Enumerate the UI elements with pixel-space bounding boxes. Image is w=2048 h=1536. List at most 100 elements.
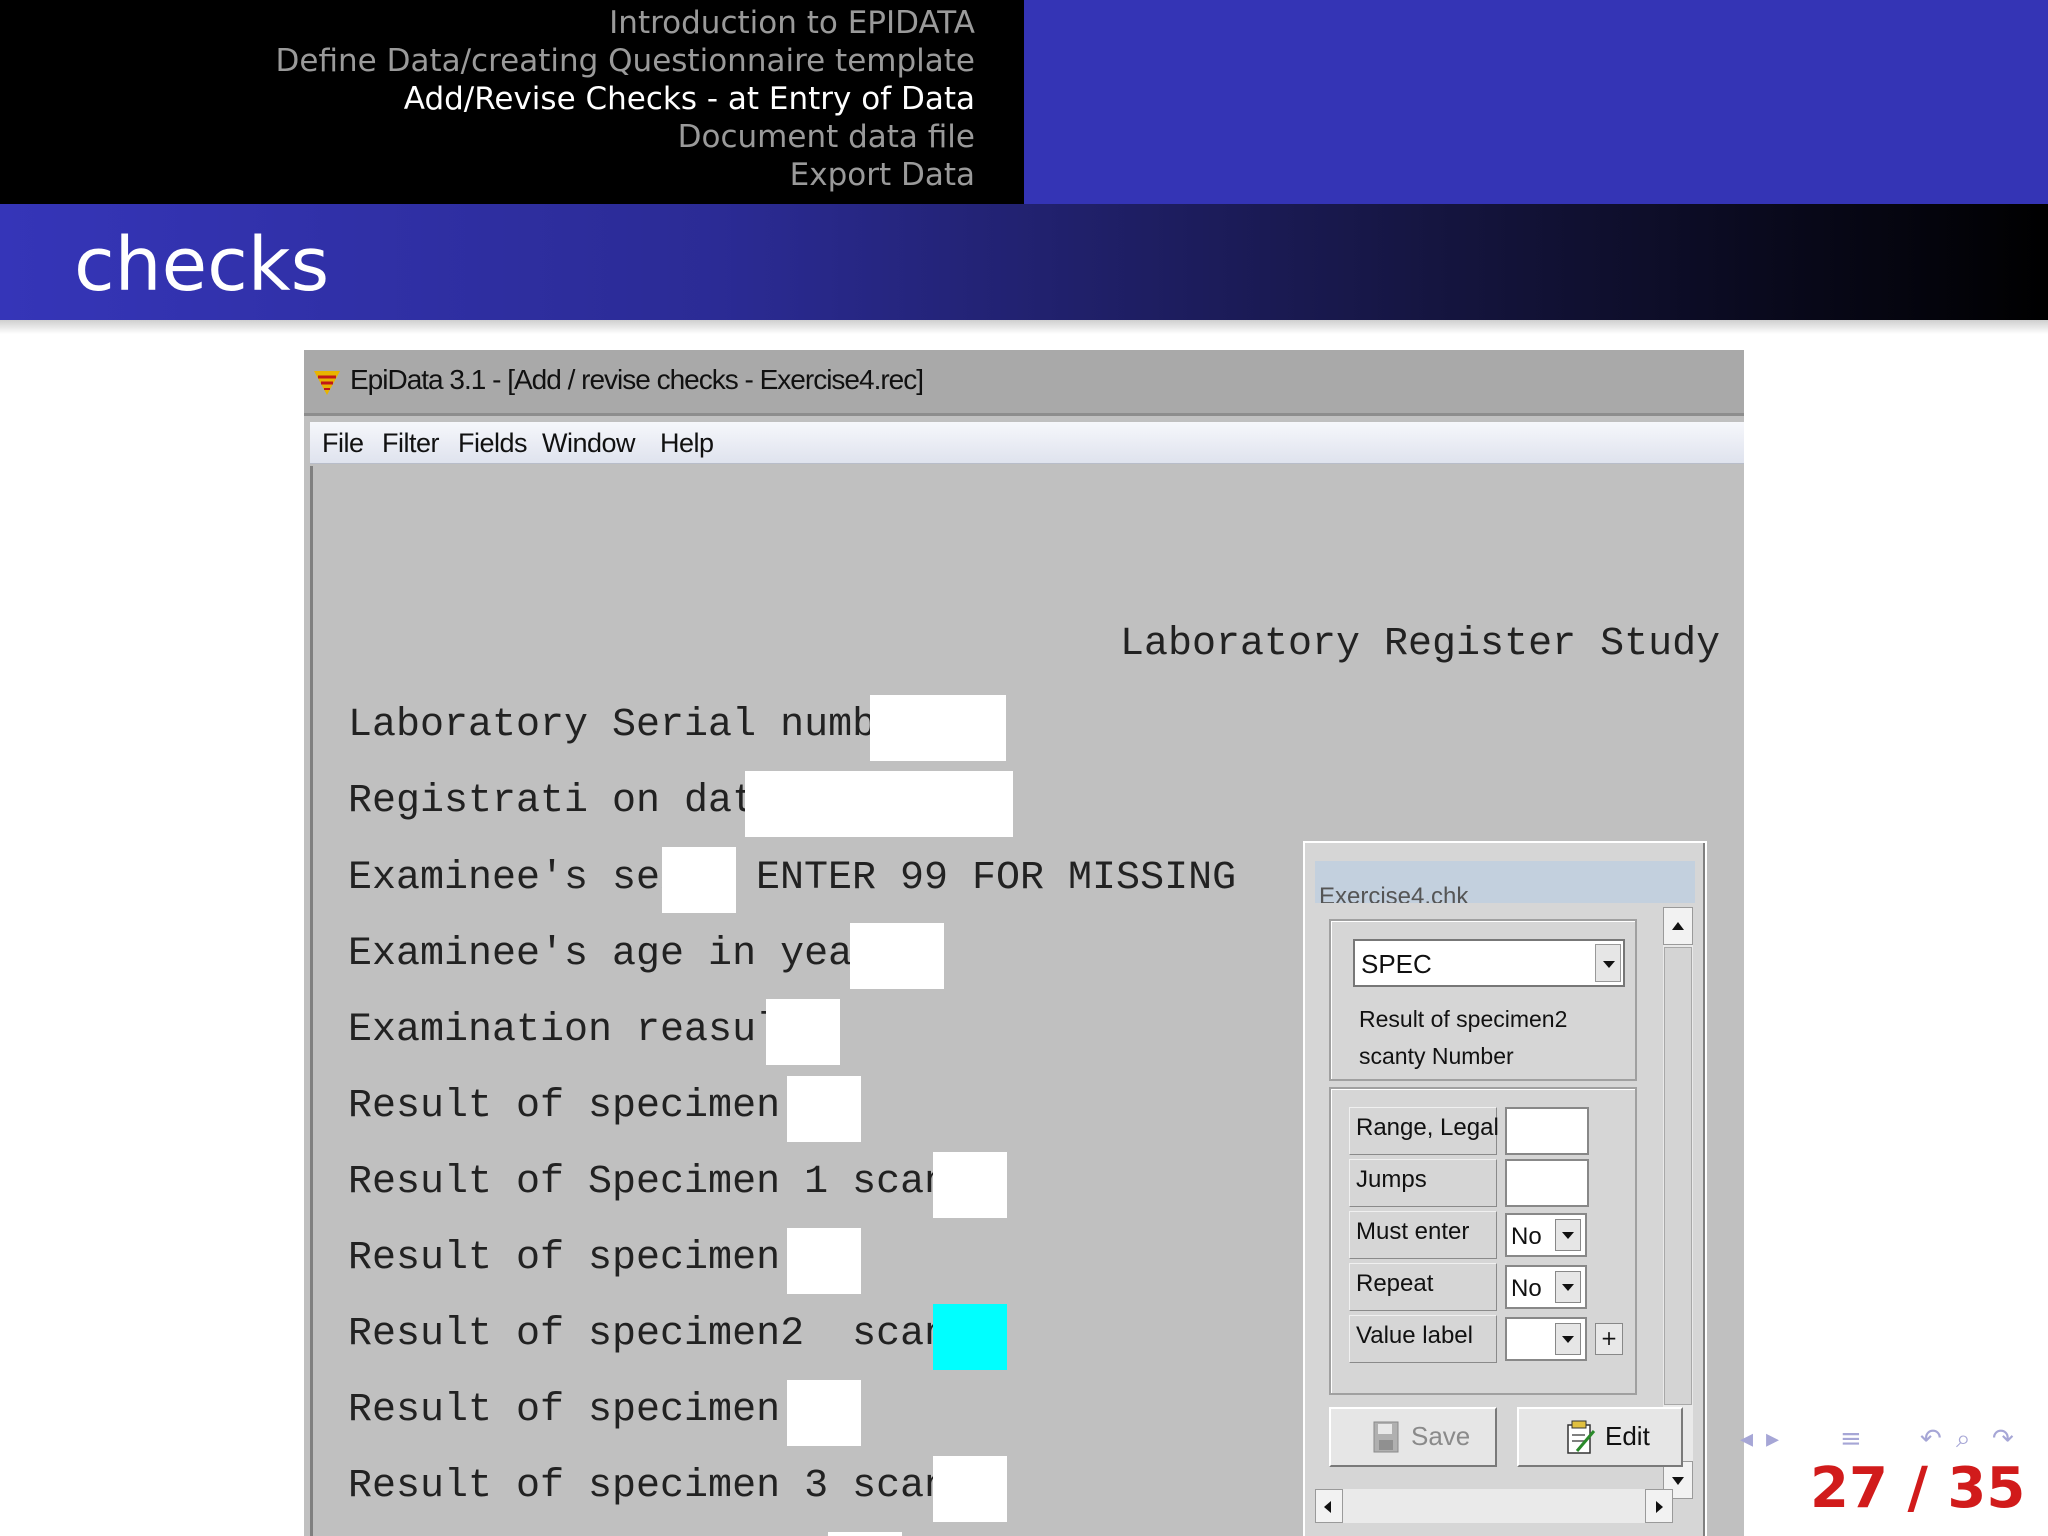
field-input-exam-result[interactable] [766, 999, 840, 1065]
nav-item-document-data-file[interactable]: Document data file [276, 118, 975, 156]
scroll-up-button[interactable] [1663, 907, 1693, 945]
menu-help[interactable]: Help [660, 428, 714, 459]
missing-note: ENTER 99 FOR MISSING [756, 856, 1237, 901]
must-enter-label: Must enter [1349, 1211, 1497, 1259]
nav-item-introduction[interactable]: Introduction to EPIDATA [276, 4, 975, 42]
scroll-thumb[interactable] [1664, 947, 1692, 1405]
field-label-lab-serial: Laboratory Serial number [348, 703, 925, 748]
field-input-specimen-1-scanty[interactable] [933, 1152, 1007, 1218]
nav-forward-icon[interactable]: ↷ [1992, 1424, 2014, 1454]
beamer-navigation-symbols: ◂ ▸ ≡ ↶ ⌕ ↷ [1740, 1424, 2030, 1454]
checks-panel-caption: Exercise4.chk [1315, 861, 1695, 903]
menu-filter[interactable]: Filter [382, 428, 440, 459]
arrow-down-icon [1672, 1477, 1684, 1485]
menu-file[interactable]: File [322, 428, 364, 459]
add-value-label-button[interactable]: + [1595, 1323, 1623, 1355]
jumps-label: Jumps [1349, 1159, 1497, 1207]
field-input-specimen-1[interactable] [787, 1076, 861, 1142]
field-select-group: SPEC Result of specimen2 scanty Number [1329, 919, 1637, 1081]
edit-icon [1567, 1420, 1596, 1454]
field-label-age: Examinee's age in years [348, 932, 901, 977]
field-label-sex: Examinee's sex [348, 856, 685, 901]
field-label-specimen-1-scanty: Result of Specimen 1 scanty [348, 1160, 997, 1205]
page-separator: / [1907, 1456, 1928, 1521]
jumps-input[interactable] [1505, 1159, 1589, 1207]
field-label-registration-date: Registrati on date [348, 779, 781, 824]
value-label-dropdown-button[interactable] [1555, 1323, 1581, 1355]
menu-window[interactable]: Window [542, 428, 636, 459]
frame-title-bar: checks [0, 204, 2048, 320]
save-icon [1373, 1421, 1399, 1453]
field-select-combo[interactable]: SPEC [1353, 939, 1625, 987]
field-input-partial[interactable] [828, 1532, 902, 1536]
must-enter-value: No [1511, 1223, 1542, 1250]
window-titlebar: EpiData 3.1 - [Add / revise checks - Exe… [304, 350, 1744, 416]
nav-item-add-revise-checks[interactable]: Add/Revise Checks - at Entry of Data [276, 80, 975, 118]
field-input-specimen-3-scanty[interactable] [933, 1456, 1007, 1522]
must-enter-select[interactable]: No [1505, 1213, 1587, 1257]
value-label-select[interactable] [1505, 1317, 1587, 1361]
field-label-specimen-3: Result of specimen 3 [348, 1388, 829, 1433]
check-options-group: Range, Legal Jumps Must enter No Repeat … [1329, 1087, 1637, 1395]
arrow-right-icon [1656, 1501, 1663, 1513]
repeat-label: Repeat [1349, 1263, 1497, 1311]
checks-panel: Exercise4.chk SPEC Result of specimen2 s… [1303, 841, 1707, 1536]
repeat-select[interactable]: No [1505, 1265, 1587, 1309]
section-navigation: Introduction to EPIDATA Define Data/crea… [276, 4, 975, 194]
title-shadow [0, 320, 2048, 334]
field-input-age[interactable] [850, 923, 944, 989]
form-title: Laboratory Register Study [1120, 622, 1721, 667]
frame-title: checks [74, 222, 330, 308]
range-legal-input[interactable] [1505, 1107, 1589, 1155]
header-nav-panel: Introduction to EPIDATA Define Data/crea… [0, 0, 1024, 204]
menu-fields[interactable]: Fields [458, 428, 528, 459]
must-enter-dropdown-button[interactable] [1555, 1219, 1581, 1251]
field-description: Result of specimen2 scanty Number [1359, 1006, 1568, 1069]
field-input-sex[interactable] [662, 847, 736, 913]
field-input-specimen-2-scanty[interactable] [933, 1304, 1007, 1370]
page-total: 35 [1947, 1456, 2026, 1521]
epidata-app-icon [314, 371, 340, 395]
scroll-right-button[interactable] [1645, 1489, 1673, 1523]
nav-prev-icon[interactable]: ◂ [1740, 1424, 1753, 1454]
field-input-specimen-3[interactable] [787, 1380, 861, 1446]
range-legal-label: Range, Legal [1349, 1107, 1499, 1155]
nav-item-export-data[interactable]: Export Data [276, 156, 975, 194]
edit-button-label: Edit [1605, 1421, 1650, 1451]
selected-field-name: SPEC [1361, 949, 1432, 979]
nav-next-icon[interactable]: ▸ [1766, 1424, 1779, 1454]
field-input-specimen-2[interactable] [787, 1228, 861, 1294]
field-label-specimen-2: Result of specimen 2 [348, 1236, 829, 1281]
nav-section-icon[interactable]: ≡ [1840, 1424, 1862, 1454]
arrow-up-icon [1672, 922, 1684, 930]
chevron-down-icon [1603, 961, 1615, 968]
chevron-down-icon [1562, 1336, 1574, 1343]
horizontal-scrollbar[interactable] [1315, 1489, 1673, 1523]
edit-button[interactable]: Edit [1517, 1407, 1683, 1467]
page-current: 27 [1810, 1456, 1888, 1521]
chevron-down-icon [1562, 1284, 1574, 1291]
scroll-left-button[interactable] [1315, 1489, 1343, 1523]
arrow-left-icon [1324, 1501, 1331, 1513]
combo-dropdown-button[interactable] [1595, 944, 1621, 982]
field-input-registration-date[interactable] [745, 771, 1013, 837]
field-input-lab-serial[interactable] [870, 695, 1006, 761]
header-blue-panel [1024, 0, 2048, 204]
menu-bar: File Filter Fields Window Help [310, 422, 1744, 464]
nav-back-icon[interactable]: ↶ [1920, 1424, 1942, 1454]
field-label-exam-result: Examination reasult [348, 1008, 805, 1053]
field-label-specimen-2-scanty: Result of specimen2 scanty [348, 1312, 997, 1357]
field-label-specimen-1: Result of specimen 1 [348, 1084, 829, 1129]
nav-search-icon[interactable]: ⌕ [1956, 1424, 1971, 1455]
chevron-down-icon [1562, 1232, 1574, 1239]
save-button-label: Save [1411, 1421, 1471, 1451]
value-label-label: Value label [1349, 1315, 1497, 1363]
window-title: EpiData 3.1 - [Add / revise checks - Exe… [350, 364, 924, 395]
repeat-dropdown-button[interactable] [1555, 1271, 1581, 1303]
nav-item-define-data[interactable]: Define Data/creating Questionnaire templ… [276, 42, 975, 80]
field-label-specimen-3-scanty: Result of specimen 3 scanty [348, 1464, 997, 1509]
save-button[interactable]: Save [1329, 1407, 1497, 1467]
checks-file-name: Exercise4.chk [1319, 883, 1469, 903]
repeat-value: No [1511, 1275, 1542, 1302]
page-number: 27 / 35 [1810, 1456, 2025, 1521]
